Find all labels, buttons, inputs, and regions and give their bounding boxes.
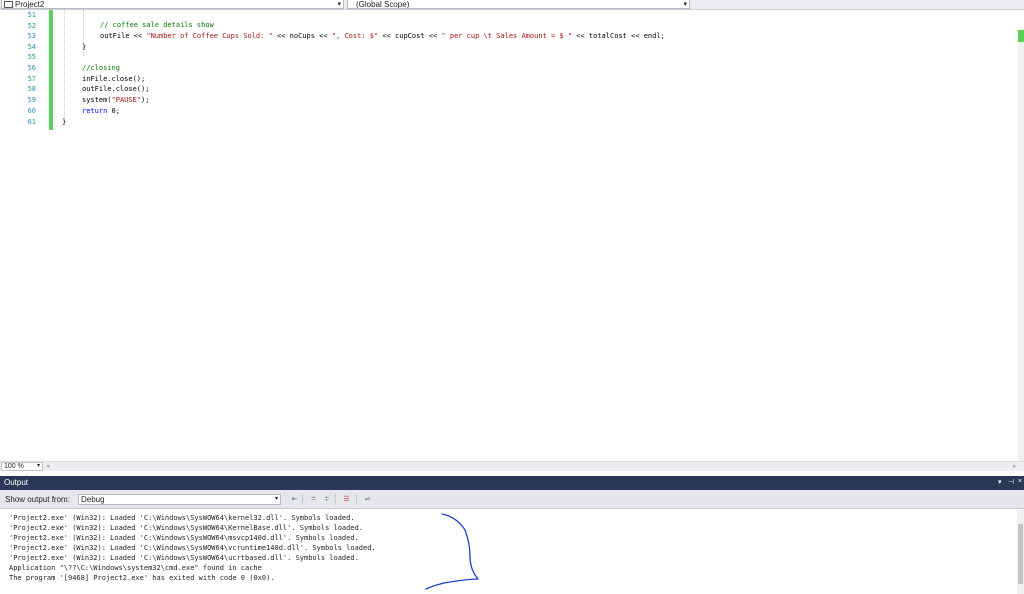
output-line: 'Project2.exe' (Win32): Loaded 'C:\Windo… xyxy=(9,534,359,542)
line-number: 56 xyxy=(27,64,36,72)
line-number-gutter: 51 52 53 54 55 56 57 58 59 60 61 xyxy=(0,10,42,460)
previous-message-icon[interactable]: ≐ xyxy=(309,495,318,504)
clear-all-icon[interactable]: ☰ xyxy=(342,495,351,504)
output-line: 'Project2.exe' (Win32): Loaded 'C:\Windo… xyxy=(9,544,376,552)
line-number: 57 xyxy=(27,75,36,83)
zoom-scroll-bar: 100 % ▾ ◂ ▸ xyxy=(0,461,1024,471)
code-comment: // coffee sale details show xyxy=(100,21,214,29)
output-line: 'Project2.exe' (Win32): Loaded 'C:\Windo… xyxy=(9,524,364,532)
chevron-down-icon: ▾ xyxy=(274,496,278,502)
close-icon[interactable]: × xyxy=(1018,478,1022,485)
code-string: ", Cost: $" xyxy=(331,32,379,40)
output-source-value: Debug xyxy=(81,495,105,504)
toolbar-separator xyxy=(302,494,303,505)
line-number: 54 xyxy=(27,43,36,51)
line-number: 58 xyxy=(27,85,36,93)
hand-drawn-annotation xyxy=(425,513,479,590)
code-string: " per cup \t Sales Amount = $ " xyxy=(441,32,573,40)
code-token: << noCups << xyxy=(272,32,332,40)
scroll-right-icon[interactable]: ▸ xyxy=(1013,462,1017,471)
output-toolbar: Show output from: Debug ▾ ⇤ ≐ ≑ ☰ ⇌ xyxy=(0,490,1024,509)
code-line-59: system("PAUSE"); xyxy=(82,96,149,104)
scroll-left-icon[interactable]: ◂ xyxy=(46,462,50,471)
line-number: 59 xyxy=(27,96,36,104)
code-token: 0; xyxy=(107,107,120,115)
show-output-from-label: Show output from: xyxy=(5,495,70,504)
chevron-down-icon: ▾ xyxy=(683,1,687,8)
project-dropdown-label: Project2 xyxy=(15,0,45,9)
pin-icon[interactable]: ⊣ xyxy=(1008,478,1014,486)
code-string: "Number of Coffee Cups Sold: " xyxy=(146,32,273,40)
line-number: 60 xyxy=(27,107,36,115)
scope-dropdown[interactable]: (Global Scope) ▾ xyxy=(347,0,690,9)
line-number: 55 xyxy=(27,53,36,61)
code-token: ); xyxy=(141,96,150,104)
code-keyword: return xyxy=(82,107,108,115)
change-tracking-bar xyxy=(49,10,53,130)
code-token: outFile << xyxy=(100,32,147,40)
project-icon xyxy=(4,1,13,8)
zoom-level: 100 % xyxy=(4,463,24,470)
scope-dropdown-label: (Global Scope) xyxy=(356,0,410,9)
code-line-58: outFile.close(); xyxy=(82,85,150,93)
code-line-60: return 0; xyxy=(82,107,120,115)
output-source-dropdown[interactable]: Debug ▾ xyxy=(78,494,281,505)
zoom-dropdown[interactable]: 100 % ▾ xyxy=(1,462,43,471)
project-dropdown[interactable]: Project2 ▾ xyxy=(1,0,344,9)
output-title: Output xyxy=(4,478,29,487)
code-token: << totalCost << endl; xyxy=(572,32,665,40)
indent-guide xyxy=(64,10,65,125)
code-line-56: //closing xyxy=(82,64,120,72)
line-number: 53 xyxy=(27,32,36,40)
toolbar-separator xyxy=(335,494,336,505)
code-token: << cupCost << xyxy=(378,32,442,40)
line-number: 52 xyxy=(27,22,36,30)
scrollbar-thumb[interactable] xyxy=(1018,524,1023,584)
chevron-down-icon: ▾ xyxy=(337,1,341,8)
code-line-52: // coffee sale details show xyxy=(100,21,214,29)
output-line: Application "\??\C:\Windows\system32\cmd… xyxy=(9,564,262,572)
code-line-57: inFile.close(); xyxy=(82,75,146,83)
code-area[interactable]: // coffee sale details show outFile << "… xyxy=(56,10,1016,460)
scrollbar-change-marker xyxy=(1018,30,1024,42)
output-window-header: Output ▾ ⊣ × xyxy=(0,476,1024,490)
code-comment: //closing xyxy=(82,64,120,72)
line-number: 61 xyxy=(27,118,36,126)
chevron-down-icon: ▾ xyxy=(36,463,40,469)
navigation-bar: Project2 ▾ (Global Scope) ▾ xyxy=(0,0,1024,10)
window-menu-icon[interactable]: ▾ xyxy=(998,478,1002,486)
output-vertical-scrollbar[interactable] xyxy=(1017,510,1024,594)
output-line: 'Project2.exe' (Win32): Loaded 'C:\Windo… xyxy=(9,554,359,562)
output-line: 'Project2.exe' (Win32): Loaded 'C:\Windo… xyxy=(9,514,355,522)
vertical-scrollbar[interactable] xyxy=(1018,30,1024,470)
code-token: system( xyxy=(82,96,112,104)
output-text-area[interactable]: ————————————————————————————————————————… xyxy=(0,510,1024,594)
code-line-53: outFile << "Number of Coffee Cups Sold: … xyxy=(100,32,665,40)
find-message-icon[interactable]: ⇤ xyxy=(290,495,299,504)
toolbar-separator xyxy=(356,494,357,505)
word-wrap-icon[interactable]: ⇌ xyxy=(363,495,372,504)
code-line-54: } xyxy=(82,43,87,51)
output-line-partial: ————————————————————————————————————————… xyxy=(9,510,287,513)
code-string: "PAUSE" xyxy=(111,96,142,104)
output-line: The program '[9468] Project2.exe' has ex… xyxy=(9,574,275,582)
code-line-61: } xyxy=(62,118,67,126)
next-message-icon[interactable]: ≑ xyxy=(322,495,331,504)
line-number: 51 xyxy=(27,11,36,19)
code-editor[interactable]: 51 52 53 54 55 56 57 58 59 60 61 // coff… xyxy=(0,10,1024,470)
